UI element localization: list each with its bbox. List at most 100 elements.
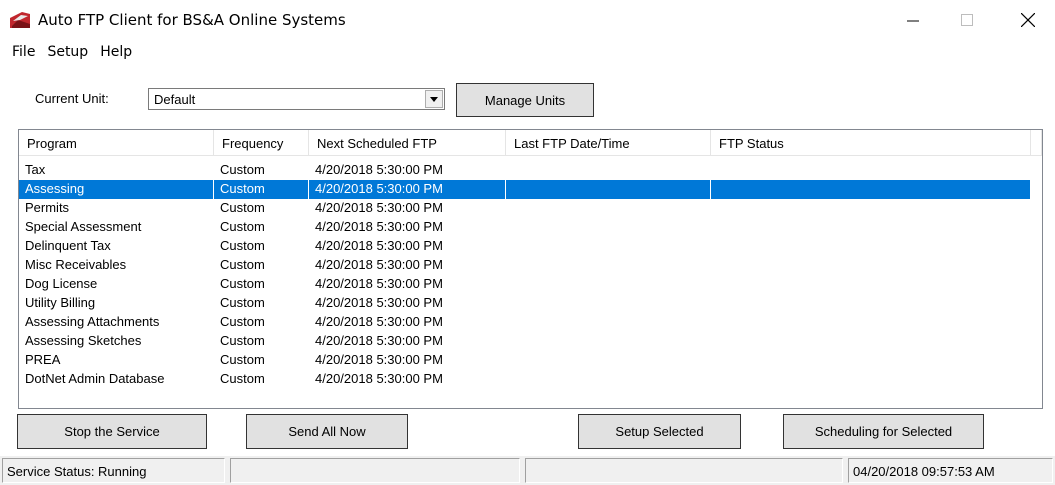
cell-ftp-status — [711, 275, 1031, 294]
cell-ftp-status — [711, 218, 1031, 237]
setup-selected-button[interactable]: Setup Selected — [578, 414, 741, 449]
program-list[interactable]: Program Frequency Next Scheduled FTP Las… — [18, 129, 1043, 409]
cell-frequency: Custom — [214, 370, 309, 389]
minimize-icon — [907, 20, 919, 22]
cell-next-scheduled: 4/20/2018 5:30:00 PM — [309, 275, 506, 294]
window-title: Auto FTP Client for BS&A Online Systems — [38, 11, 346, 29]
cell-last-ftp — [506, 161, 711, 180]
cell-frequency: Custom — [214, 332, 309, 351]
menu-file[interactable]: File — [6, 44, 41, 60]
status-panel-3 — [525, 458, 843, 483]
column-header-frequency[interactable]: Frequency — [214, 130, 309, 156]
table-row[interactable]: Assessing Sketches Custom 4/20/2018 5:30:0… — [19, 332, 1042, 351]
close-icon — [1021, 13, 1035, 27]
manage-units-button[interactable]: Manage Units — [456, 83, 594, 117]
table-row[interactable]: Tax Custom 4/20/2018 5:30:00 PM — [19, 161, 1042, 180]
cell-ftp-status — [711, 332, 1031, 351]
bsa-logo-icon — [10, 12, 30, 28]
cell-next-scheduled: 4/20/2018 5:30:00 PM — [309, 180, 506, 199]
cell-program: Tax — [19, 161, 214, 180]
chevron-down-icon — [430, 96, 438, 102]
table-row[interactable]: Delinquent Tax Custom 4/20/2018 5:30:00 PM — [19, 237, 1042, 256]
table-row[interactable]: Special Assessment Custom 4/20/2018 5:30:0… — [19, 218, 1042, 237]
cell-ftp-status — [711, 294, 1031, 313]
cell-filler — [1031, 370, 1042, 389]
menu-help[interactable]: Help — [94, 44, 138, 60]
cell-filler — [1031, 199, 1042, 218]
stop-service-button[interactable]: Stop the Service — [17, 414, 207, 449]
status-datetime: 04/20/2018 09:57:53 AM — [848, 458, 1053, 483]
cell-filler — [1031, 332, 1042, 351]
table-row[interactable]: Dog License Custom 4/20/2018 5:30:00 PM — [19, 275, 1042, 294]
table-row[interactable]: Misc Receivables Custom 4/20/2018 5:30:00 … — [19, 256, 1042, 275]
maximize-icon — [961, 14, 973, 26]
cell-last-ftp — [506, 237, 711, 256]
cell-last-ftp — [506, 294, 711, 313]
cell-filler — [1031, 351, 1042, 370]
cell-last-ftp — [506, 256, 711, 275]
scheduling-for-selected-button[interactable]: Scheduling for Selected — [783, 414, 984, 449]
send-all-now-button[interactable]: Send All Now — [246, 414, 408, 449]
cell-frequency: Custom — [214, 256, 309, 275]
cell-filler — [1031, 237, 1042, 256]
cell-last-ftp — [506, 275, 711, 294]
cell-frequency: Custom — [214, 275, 309, 294]
cell-frequency: Custom — [214, 180, 309, 199]
cell-next-scheduled: 4/20/2018 5:30:00 PM — [309, 256, 506, 275]
cell-program: Assessing Attachments — [19, 313, 214, 332]
close-button[interactable] — [1005, 0, 1051, 40]
column-header-ftp-status[interactable]: FTP Status — [711, 130, 1031, 156]
cell-frequency: Custom — [214, 218, 309, 237]
status-bar: Service Status: Running 04/20/2018 09:57… — [0, 456, 1055, 485]
table-row[interactable]: DotNet Admin Database Custom 4/20/2018 5:3… — [19, 370, 1042, 389]
cell-frequency: Custom — [214, 313, 309, 332]
table-row[interactable]: Assessing Attachments Custom 4/20/2018 5:3… — [19, 313, 1042, 332]
column-header-last-ftp[interactable]: Last FTP Date/Time — [506, 130, 711, 156]
cell-next-scheduled: 4/20/2018 5:30:00 PM — [309, 313, 506, 332]
cell-next-scheduled: 4/20/2018 5:30:00 PM — [309, 199, 506, 218]
table-row[interactable]: Utility Billing Custom 4/20/2018 5:30:00 P… — [19, 294, 1042, 313]
cell-filler — [1031, 275, 1042, 294]
cell-program: Delinquent Tax — [19, 237, 214, 256]
cell-last-ftp — [506, 180, 711, 199]
minimize-button[interactable] — [890, 0, 936, 40]
dropdown-arrow-button[interactable] — [425, 90, 443, 108]
cell-next-scheduled: 4/20/2018 5:30:00 PM — [309, 370, 506, 389]
column-header-program[interactable]: Program — [19, 130, 214, 156]
cell-next-scheduled: 4/20/2018 5:30:00 PM — [309, 237, 506, 256]
cell-program: Misc Receivables — [19, 256, 214, 275]
cell-ftp-status — [711, 237, 1031, 256]
status-panel-2 — [230, 458, 520, 483]
table-row[interactable]: Permits Custom 4/20/2018 5:30:00 PM — [19, 199, 1042, 218]
cell-ftp-status — [711, 351, 1031, 370]
cell-program: Dog License — [19, 275, 214, 294]
cell-program: Assessing — [19, 180, 214, 199]
cell-ftp-status — [711, 161, 1031, 180]
table-row[interactable]: Assessing Custom 4/20/2018 5:30:00 PM — [19, 180, 1042, 199]
current-unit-dropdown[interactable]: Default — [148, 88, 445, 110]
cell-last-ftp — [506, 313, 711, 332]
cell-program: Assessing Sketches — [19, 332, 214, 351]
title-bar: Auto FTP Client for BS&A Online Systems — [0, 0, 1055, 40]
maximize-button[interactable] — [944, 0, 990, 40]
cell-next-scheduled: 4/20/2018 5:30:00 PM — [309, 294, 506, 313]
column-header-next-scheduled[interactable]: Next Scheduled FTP — [309, 130, 506, 156]
cell-last-ftp — [506, 332, 711, 351]
cell-next-scheduled: 4/20/2018 5:30:00 PM — [309, 161, 506, 180]
cell-filler — [1031, 180, 1042, 199]
menu-setup[interactable]: Setup — [41, 44, 94, 60]
cell-ftp-status — [711, 199, 1031, 218]
cell-frequency: Custom — [214, 237, 309, 256]
current-unit-value: Default — [154, 92, 196, 107]
cell-program: Permits — [19, 199, 214, 218]
list-header: Program Frequency Next Scheduled FTP Las… — [19, 130, 1042, 156]
cell-last-ftp — [506, 199, 711, 218]
cell-ftp-status — [711, 180, 1031, 199]
cell-filler — [1031, 161, 1042, 180]
table-row[interactable]: PREA Custom 4/20/2018 5:30:00 PM — [19, 351, 1042, 370]
cell-last-ftp — [506, 218, 711, 237]
list-rows: Tax Custom 4/20/2018 5:30:00 PM Assessing Cu… — [19, 161, 1042, 389]
cell-frequency: Custom — [214, 294, 309, 313]
service-status: Service Status: Running — [2, 458, 225, 483]
cell-filler — [1031, 218, 1042, 237]
